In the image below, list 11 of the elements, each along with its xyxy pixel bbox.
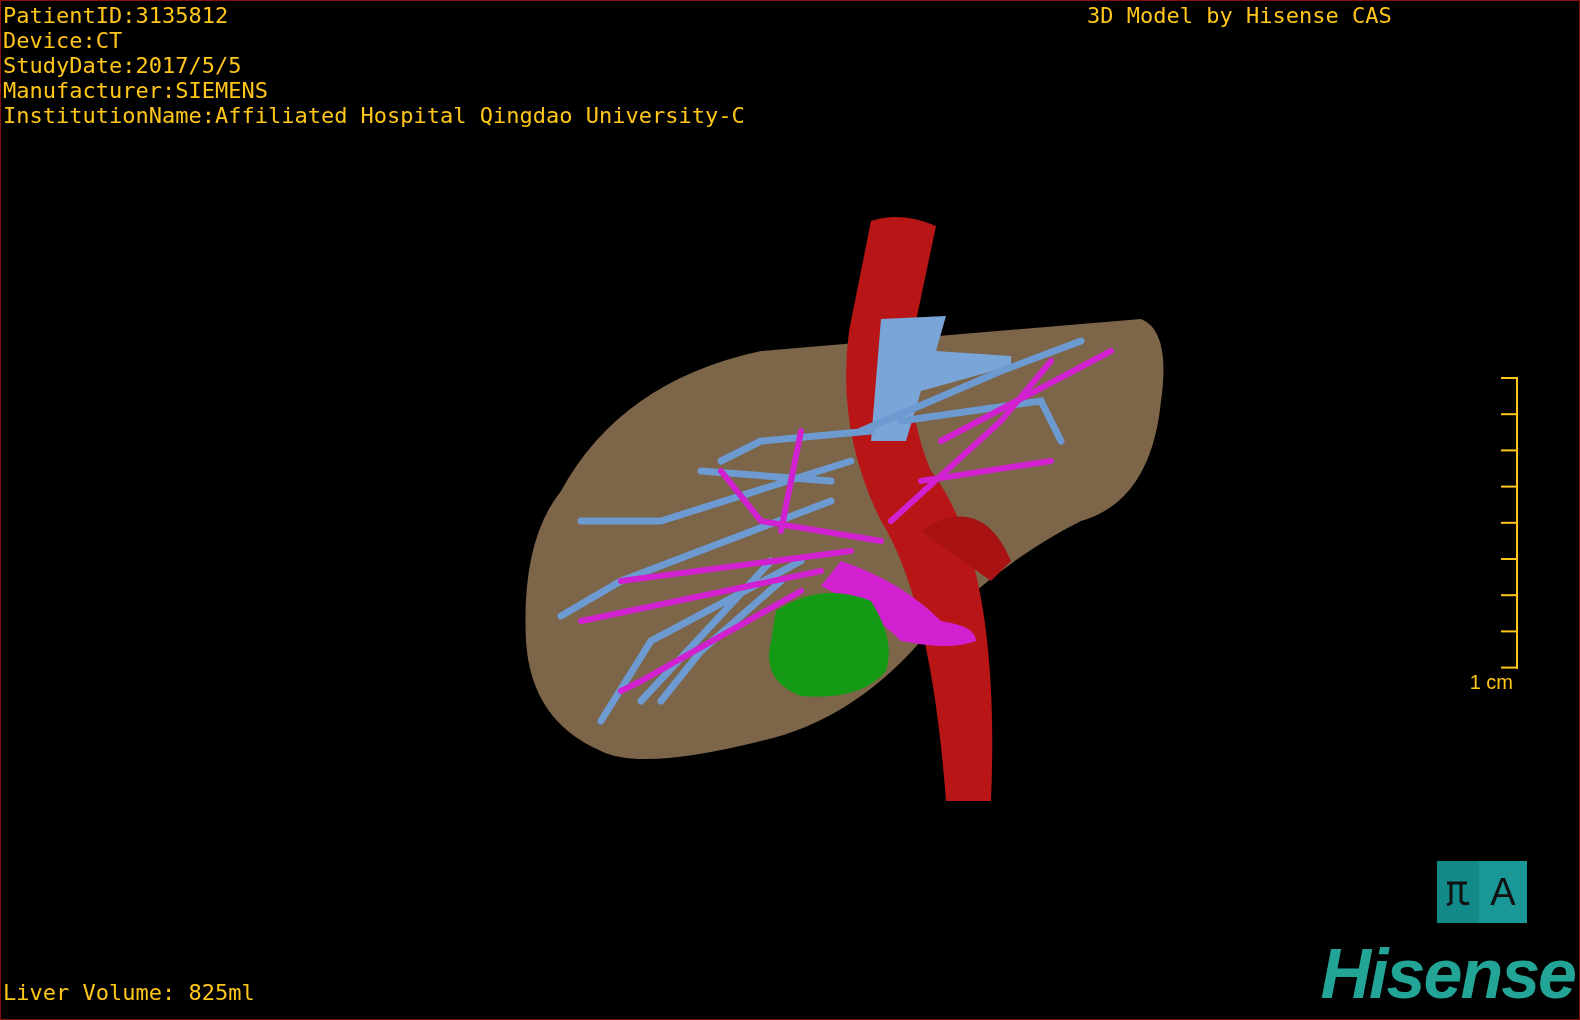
patient-info-text: PatientID:3135812	[3, 3, 230, 28]
brand-logo: Hisense	[1320, 937, 1575, 1011]
model-title: 3D Model by Hisense CAS	[1087, 3, 1392, 28]
scale-bar-label: 1 cm	[1469, 671, 1513, 693]
orientation-cube-side-icon	[1437, 861, 1479, 923]
liver-volume-text: Liver Volume: 825ml	[3, 980, 255, 1005]
patient-info-text: InstitutionName:Affiliated Hospital Qingdao University-C	[3, 103, 745, 128]
patient-info-text: Manufacturer:SIEMENS	[3, 78, 269, 103]
orientation-cube-face: A	[1479, 861, 1527, 923]
patient-info-text: Device:CT	[3, 28, 124, 53]
patient-info-text: StudyDate:2017/5/5	[3, 53, 243, 78]
